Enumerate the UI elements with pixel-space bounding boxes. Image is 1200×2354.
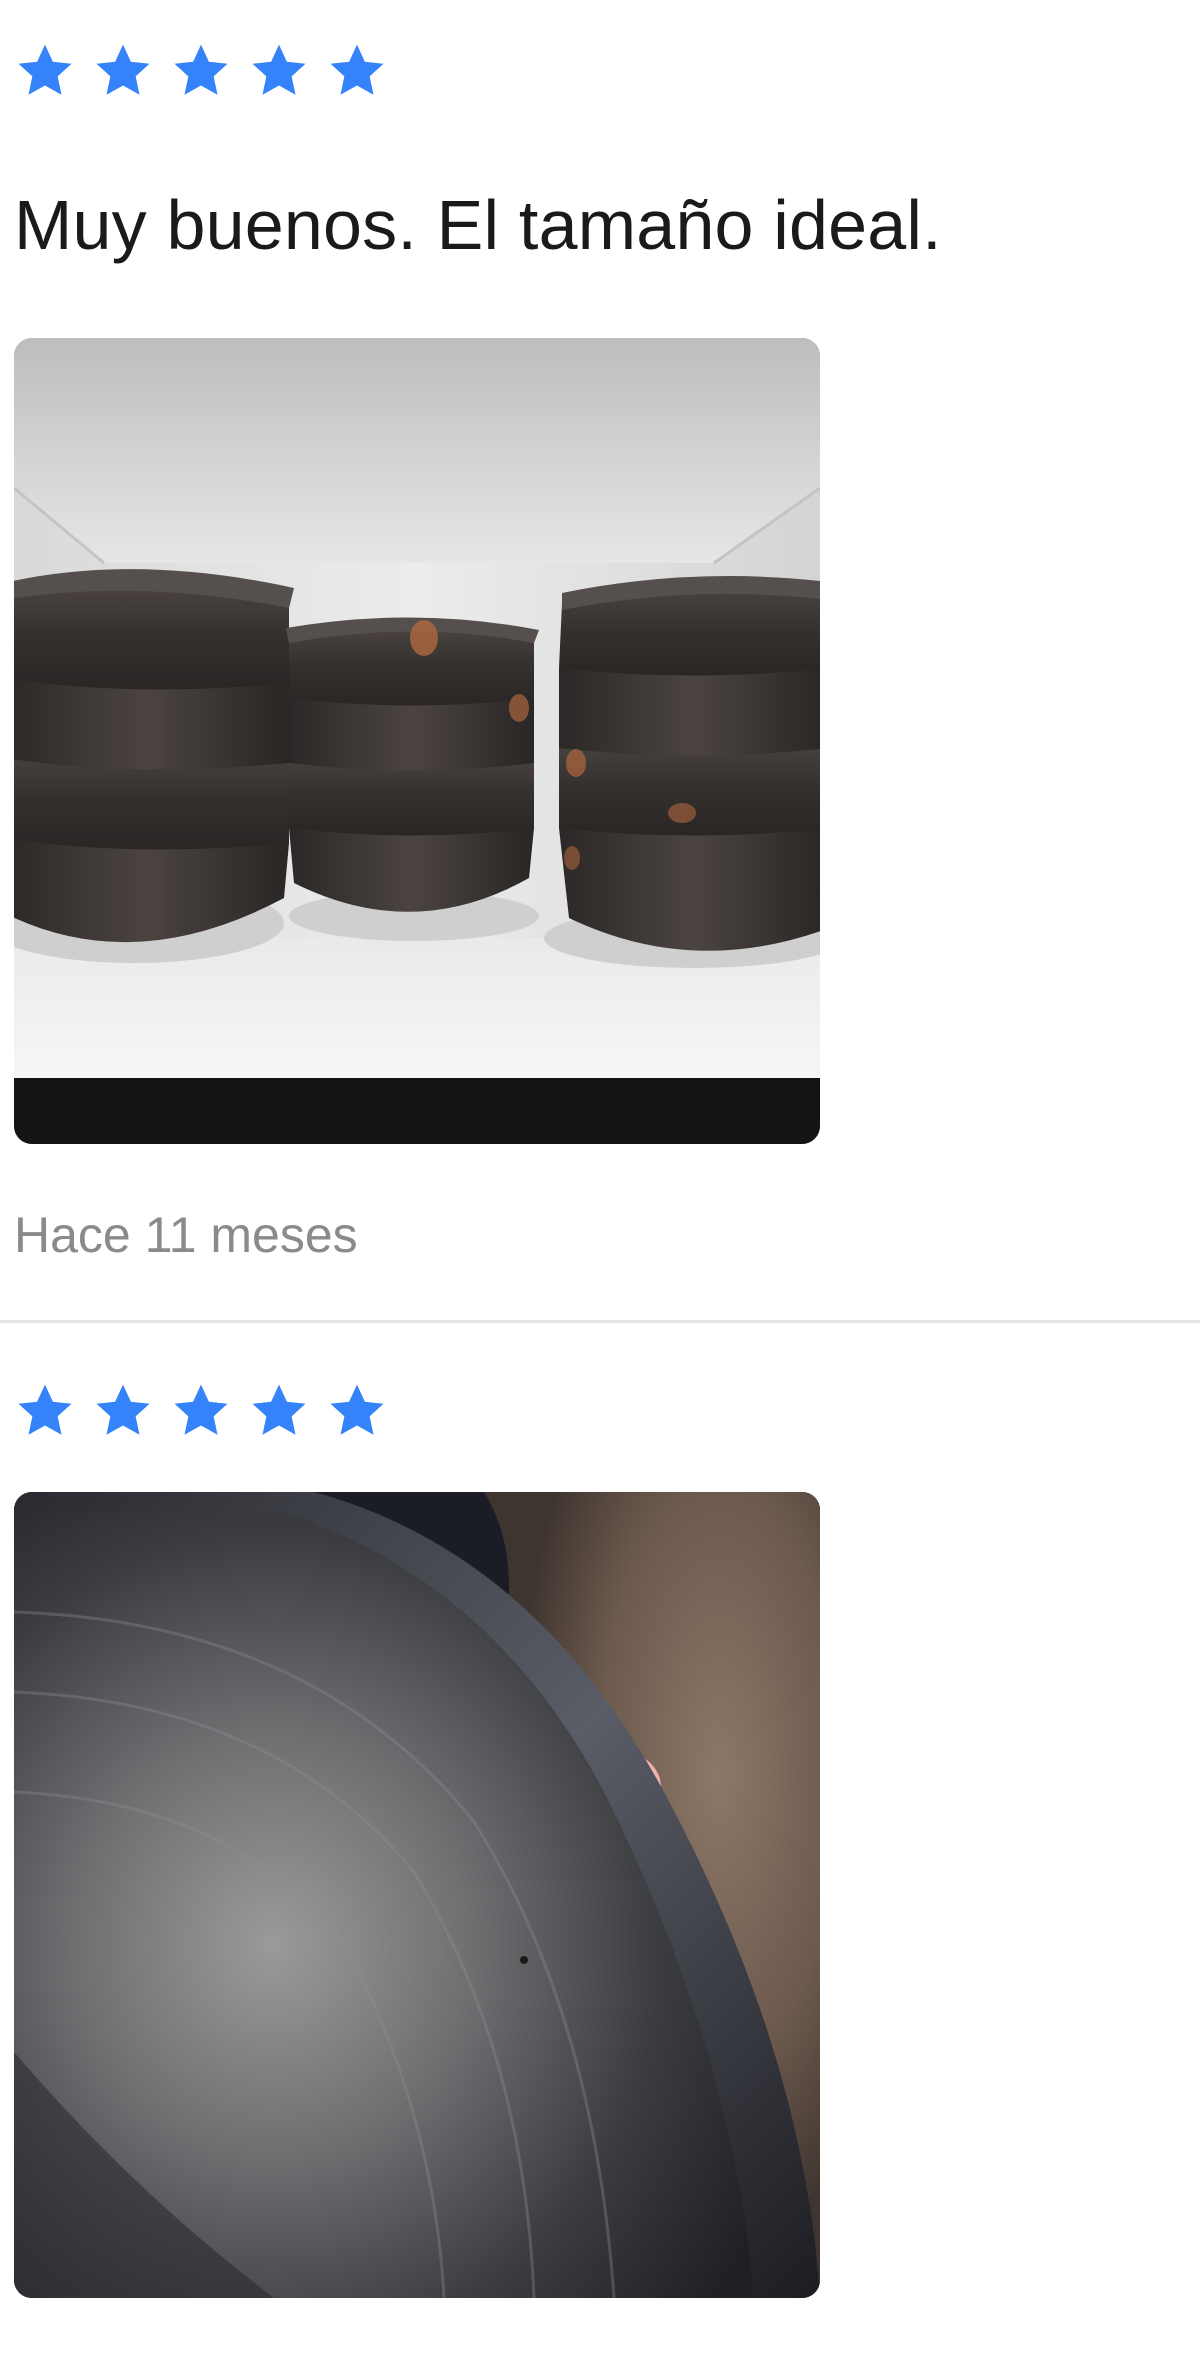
rating-stars	[14, 40, 1200, 102]
star-icon	[326, 40, 388, 102]
star-icon	[170, 1380, 232, 1442]
review-card: Muy buenos. El tamaño ideal. Hace 11 mes…	[14, 40, 1200, 1260]
review-divider	[0, 1320, 1200, 1323]
review-date: Hace 11 meses	[14, 1207, 358, 1263]
review-photo[interactable]	[14, 338, 820, 1144]
star-icon	[248, 40, 310, 102]
review-card	[14, 1380, 1200, 2298]
review-text: Muy buenos. El tamaño ideal.	[14, 186, 942, 264]
photo-bowls-on-shelf	[14, 338, 820, 1144]
star-icon	[326, 1380, 388, 1442]
review-photo[interactable]	[14, 1492, 820, 2298]
star-icon	[248, 1380, 310, 1442]
star-icon	[92, 40, 154, 102]
photo-plate-closeup	[14, 1492, 820, 2298]
star-icon	[170, 40, 232, 102]
star-icon	[92, 1380, 154, 1442]
star-icon	[14, 40, 76, 102]
rating-stars	[14, 1380, 1200, 1442]
star-icon	[14, 1380, 76, 1442]
